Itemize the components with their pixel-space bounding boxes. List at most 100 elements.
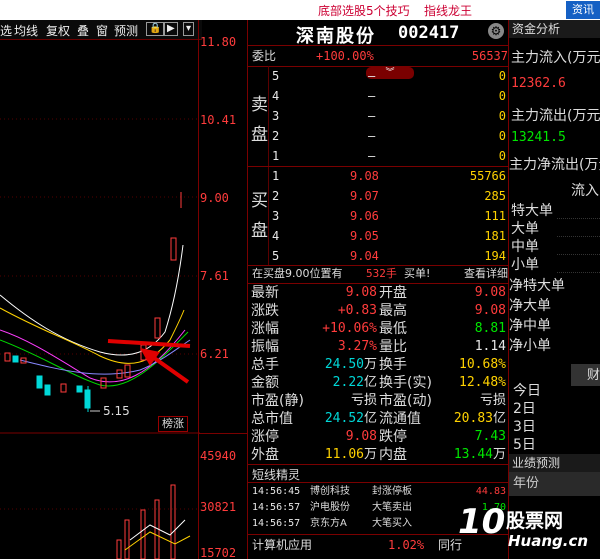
price-tick-2: 10.41 bbox=[200, 113, 237, 127]
toolbar-forecast[interactable]: 预测 bbox=[114, 22, 138, 39]
watermark-num: 10 bbox=[458, 502, 506, 542]
elves-time: 14:56:45 bbox=[252, 486, 301, 497]
day-label: 2日 bbox=[513, 401, 536, 417]
net-order-label: 净小单 bbox=[509, 338, 551, 354]
quote-value: 10.68% bbox=[459, 357, 506, 372]
sell-volume: 0 bbox=[498, 89, 506, 103]
toolbar-overlay[interactable]: 叠 bbox=[77, 22, 89, 39]
fund-analysis-panel: 资金分析 主力流入(万元) 12362.6 主力流出(万元) 13241.5 主… bbox=[509, 20, 600, 559]
watermark-text: 股票网 bbox=[506, 510, 564, 532]
sell-volume: 0 bbox=[498, 69, 506, 83]
buy-level: 5 bbox=[272, 249, 280, 263]
notice-text: 在买盘9.00位置有 bbox=[252, 267, 343, 280]
big-order-notice[interactable]: 在买盘9.00位置有 532手 买单! 查看详细 bbox=[252, 264, 508, 284]
sell-price: – bbox=[368, 129, 376, 143]
ranking-tag[interactable]: 榜涨 bbox=[158, 416, 188, 432]
sell-price: – bbox=[368, 109, 376, 123]
promo-link-indicator[interactable]: 指线龙王 bbox=[424, 2, 472, 19]
quote-label: 跌停 bbox=[379, 429, 407, 445]
quote-label: 最新 bbox=[251, 285, 279, 301]
sell-volume: 0 bbox=[498, 149, 506, 163]
day-label: 5日 bbox=[513, 437, 536, 453]
quote-row: 涨停 9.08 跌停 7.43 bbox=[251, 428, 508, 446]
panel-divider bbox=[247, 20, 248, 559]
sell-row[interactable]: 2 – 0 bbox=[272, 126, 508, 146]
buy-row[interactable]: 3 9.06 111 bbox=[272, 206, 508, 226]
fund-panel-title[interactable]: 资金分析 bbox=[509, 20, 600, 38]
industry-change: 1.02% bbox=[388, 538, 425, 552]
weibi-row: 委比 +100.00% 56537 bbox=[252, 46, 508, 66]
short-elves-title[interactable]: 短线精灵 bbox=[252, 466, 300, 483]
toolbar-ma[interactable]: 均线 bbox=[14, 22, 38, 39]
quote-row: 振幅 3.27% 量比 1.14 bbox=[251, 338, 508, 356]
sell-row[interactable]: 4 – 0 bbox=[272, 86, 508, 106]
chart-toolbar: 选 均线 复权 叠 窗 预测 🔒 ▶ ▾ bbox=[0, 20, 202, 40]
sell-row[interactable]: 1 – 0 bbox=[272, 146, 508, 166]
toolbar-select[interactable]: 选 bbox=[0, 22, 12, 39]
quote-value: 亏损 bbox=[350, 393, 377, 408]
sell-volume: 0 bbox=[498, 109, 506, 123]
axis-sep bbox=[198, 433, 248, 434]
buy-level: 1 bbox=[272, 169, 280, 183]
watermark-url: Huang.cn bbox=[508, 532, 589, 550]
quote-row: 涨幅 +10.06% 最低 8.81 bbox=[251, 320, 508, 338]
net-order-label: 净大单 bbox=[509, 298, 551, 314]
stock-header: 深南股份 002417 ⚙ bbox=[248, 20, 508, 47]
short-elves-row[interactable]: 14:56:45 博创科技 封涨停板 44.83 bbox=[252, 484, 508, 500]
quote-label: 涨停 bbox=[251, 429, 279, 445]
vol-tick-1: 45940 bbox=[200, 449, 237, 463]
quote-unit: 万 bbox=[492, 447, 506, 462]
promo-link-stock-tips[interactable]: 底部选股5个技巧 bbox=[318, 2, 410, 19]
quote-row: 涨跌 +0.83 最高 9.08 bbox=[251, 302, 508, 320]
notice-tag: 买单! bbox=[404, 267, 431, 280]
quote-value: 9.08 bbox=[345, 429, 377, 444]
quote-value: 8.81 bbox=[474, 321, 506, 336]
buy-volume: 285 bbox=[484, 189, 506, 203]
sell-label-2: 盘 bbox=[251, 125, 268, 145]
order-size-cell bbox=[557, 220, 600, 237]
price-tick-3: 9.00 bbox=[200, 191, 229, 205]
buy-volume: 181 bbox=[484, 229, 506, 243]
kline-chart[interactable] bbox=[0, 40, 200, 559]
toolbar-adjust[interactable]: 复权 bbox=[46, 22, 70, 39]
quote-row: 最新 9.08 开盘 9.08 bbox=[251, 284, 508, 302]
quote-label: 振幅 bbox=[251, 339, 279, 355]
quote-value: 9.08 bbox=[345, 285, 377, 300]
sell-level: 3 bbox=[272, 109, 280, 123]
order-size-label: 大单 bbox=[511, 221, 539, 237]
buy-level: 4 bbox=[272, 229, 280, 243]
notice-link[interactable]: 查看详细 bbox=[464, 264, 508, 284]
sell-row[interactable]: 5 – 0 bbox=[272, 66, 508, 86]
quote-row: 市盈(静) 亏损 市盈(动) 亏损 bbox=[251, 392, 508, 410]
news-tab[interactable]: 资讯 bbox=[566, 1, 600, 19]
forecast-title[interactable]: 业绩预测 bbox=[509, 454, 600, 472]
gear-icon[interactable]: ⚙ bbox=[488, 23, 504, 39]
toolbar-window[interactable]: 窗 bbox=[96, 22, 108, 39]
buy-row[interactable]: 5 9.04 194 bbox=[272, 246, 508, 266]
buy-row[interactable]: 4 9.05 181 bbox=[272, 226, 508, 246]
quote-unit: 亿 bbox=[363, 375, 377, 390]
sell-volume: 0 bbox=[498, 129, 506, 143]
buy-level: 2 bbox=[272, 189, 280, 203]
play-icon[interactable]: ▶ bbox=[164, 22, 178, 36]
quote-value: 3.27% bbox=[337, 339, 377, 354]
buy-row[interactable]: 1 9.08 55766 bbox=[272, 166, 508, 186]
sell-label: 卖 盘 bbox=[251, 90, 268, 150]
quote-value: 20.83 bbox=[453, 411, 493, 426]
buy-level: 3 bbox=[272, 209, 280, 223]
quote-value: 24.50 bbox=[324, 357, 364, 372]
outflow-value: 13241.5 bbox=[511, 130, 566, 145]
buy-row[interactable]: 2 9.07 285 bbox=[272, 186, 508, 206]
quote-label: 总市值 bbox=[251, 411, 293, 427]
chevron-down-icon[interactable]: ▾ bbox=[183, 22, 195, 36]
quote-value: 11.06 bbox=[324, 447, 364, 462]
weibi-num: 56537 bbox=[471, 49, 508, 63]
lock-icon[interactable]: 🔒 bbox=[146, 22, 165, 36]
finance-tab[interactable]: 财 bbox=[571, 364, 600, 386]
sell-row[interactable]: 3 – 0 bbox=[272, 106, 508, 126]
quote-row: 外盘 11.06万 内盘 13.44万 bbox=[251, 446, 508, 464]
quote-label: 开盘 bbox=[379, 285, 407, 301]
quote-value: 9.08 bbox=[474, 303, 506, 318]
order-size-label: 特大单 bbox=[511, 203, 553, 219]
quote-label: 总手 bbox=[251, 357, 279, 373]
